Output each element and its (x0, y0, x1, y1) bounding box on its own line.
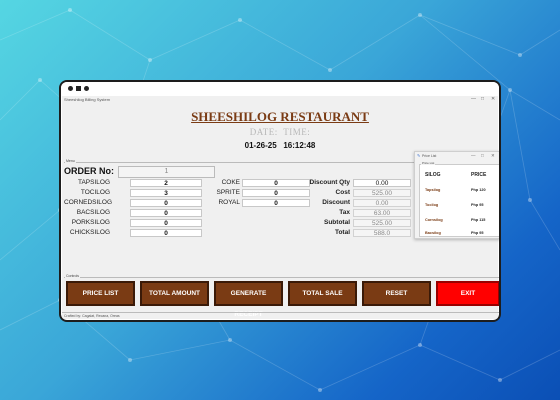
date-time-values: 01-26-25 16:12:48 (62, 141, 498, 150)
minimize-button[interactable]: — (471, 96, 476, 102)
tax-label: Tax (339, 209, 350, 216)
total-amount-button[interactable]: TOTAL AMOUNT (140, 281, 209, 306)
generate-receipt-button[interactable]: GENERATE RECEIPT (214, 281, 283, 318)
date-value: 01-26-25 (244, 141, 277, 150)
price-item-name: Bacsilog (425, 231, 441, 235)
credits-text: Crafted by: Cagalat, Recana, Oreas (64, 314, 120, 318)
drink-label-royal: ROYAL (218, 199, 240, 206)
silog-label-tocilog: TOCILOG (80, 189, 110, 196)
controls-frame-label: Controls (65, 274, 81, 278)
price-item-price: Php 115 (471, 218, 486, 222)
order-no-label: ORDER No: (64, 166, 114, 176)
total-field: 588.0 (353, 229, 411, 237)
total-sale-button[interactable]: TOTAL SALE (288, 281, 357, 306)
price-list-window-title: Price List (422, 154, 437, 158)
discount-field: 0.00 (353, 199, 411, 207)
price-list-frame: SILOG PRICE Tapsilog Php 120 Tocilog Php… (419, 164, 499, 237)
cost-field: 525.00 (353, 189, 411, 197)
exit-button[interactable]: EXIT (436, 281, 499, 306)
price-item-price: Php 95 (471, 231, 484, 235)
cornedsilog-qty-input[interactable]: 0 (130, 199, 202, 207)
price-item-name: Cornsilog (425, 218, 443, 222)
controls-frame-border (64, 277, 499, 278)
record-dot-icon (84, 86, 89, 91)
subtotal-label: Subtotal (324, 219, 350, 226)
time-label: TIME: (283, 127, 311, 137)
time-value: 16:12:48 (283, 141, 316, 150)
window-title: Sheeshilog Billing System (64, 97, 111, 102)
porksilog-qty-input[interactable]: 0 (130, 219, 202, 227)
discount-qty-label: Discount Qty (309, 179, 350, 186)
silog-column-header: SILOG (425, 172, 441, 178)
tocilog-qty-input[interactable]: 3 (130, 189, 202, 197)
price-column-header: PRICE (471, 172, 487, 178)
discount-label: Discount (322, 199, 350, 206)
price-list-frame-label: Price List (421, 161, 436, 165)
silog-label-bacsilog: BACSILOG (76, 209, 110, 216)
chicksilog-qty-input[interactable]: 0 (130, 229, 202, 237)
drink-label-sprite: SPRITE (216, 189, 240, 196)
close-button[interactable]: ✕ (491, 96, 495, 102)
subtotal-field: 525.00 (353, 219, 411, 227)
price-list-window: ✎ Price List — □ ✕ SILOG PRICE Tapsilog … (414, 151, 499, 239)
order-no-field[interactable]: 1 (118, 166, 215, 178)
tapsilog-qty-input[interactable]: 2 (130, 179, 202, 187)
date-time-labels: DATE: TIME: (62, 127, 498, 137)
price-list-button[interactable]: PRICE LIST (66, 281, 135, 306)
restaurant-title: SHEESHILOG RESTAURANT (191, 109, 369, 124)
menu-frame-label: Menu (65, 159, 76, 163)
price-item-price: Php 95 (471, 203, 484, 207)
footer-divider (62, 312, 499, 313)
bacsilog-qty-input[interactable]: 0 (130, 209, 202, 217)
date-label: DATE: (249, 127, 278, 137)
price-item-name: Tapsilog (425, 188, 441, 192)
reset-button[interactable]: RESET (362, 281, 431, 306)
popup-close-button[interactable]: ✕ (491, 153, 495, 159)
stop-square-icon (76, 86, 81, 91)
tax-field: 63.00 (353, 209, 411, 217)
popup-maximize-button[interactable]: □ (481, 153, 484, 158)
mockup-titlebar (61, 82, 499, 96)
feather-icon: ✎ (417, 153, 421, 158)
silog-label-tapsilog: TAPSILOG (77, 179, 110, 186)
app-window-frame: Sheeshilog Billing System — □ ✕ SHEESHIL… (59, 80, 501, 322)
close-dot-icon (68, 86, 73, 91)
discount-qty-input[interactable]: 0.00 (353, 179, 411, 187)
silog-label-cornedsilog: CORNEDSILOG (64, 199, 113, 206)
silog-label-chicksilog: CHICKSILOG (69, 229, 110, 236)
maximize-button[interactable]: □ (481, 96, 484, 102)
total-label: Total (334, 229, 350, 236)
silog-label-porksilog: PORKSILOG (71, 219, 110, 226)
price-item-price: Php 120 (471, 188, 486, 192)
drink-label-coke: COKE (221, 179, 240, 186)
popup-minimize-button[interactable]: — (471, 153, 476, 158)
price-item-name: Tocilog (425, 203, 439, 207)
cost-label: Cost (335, 189, 350, 196)
